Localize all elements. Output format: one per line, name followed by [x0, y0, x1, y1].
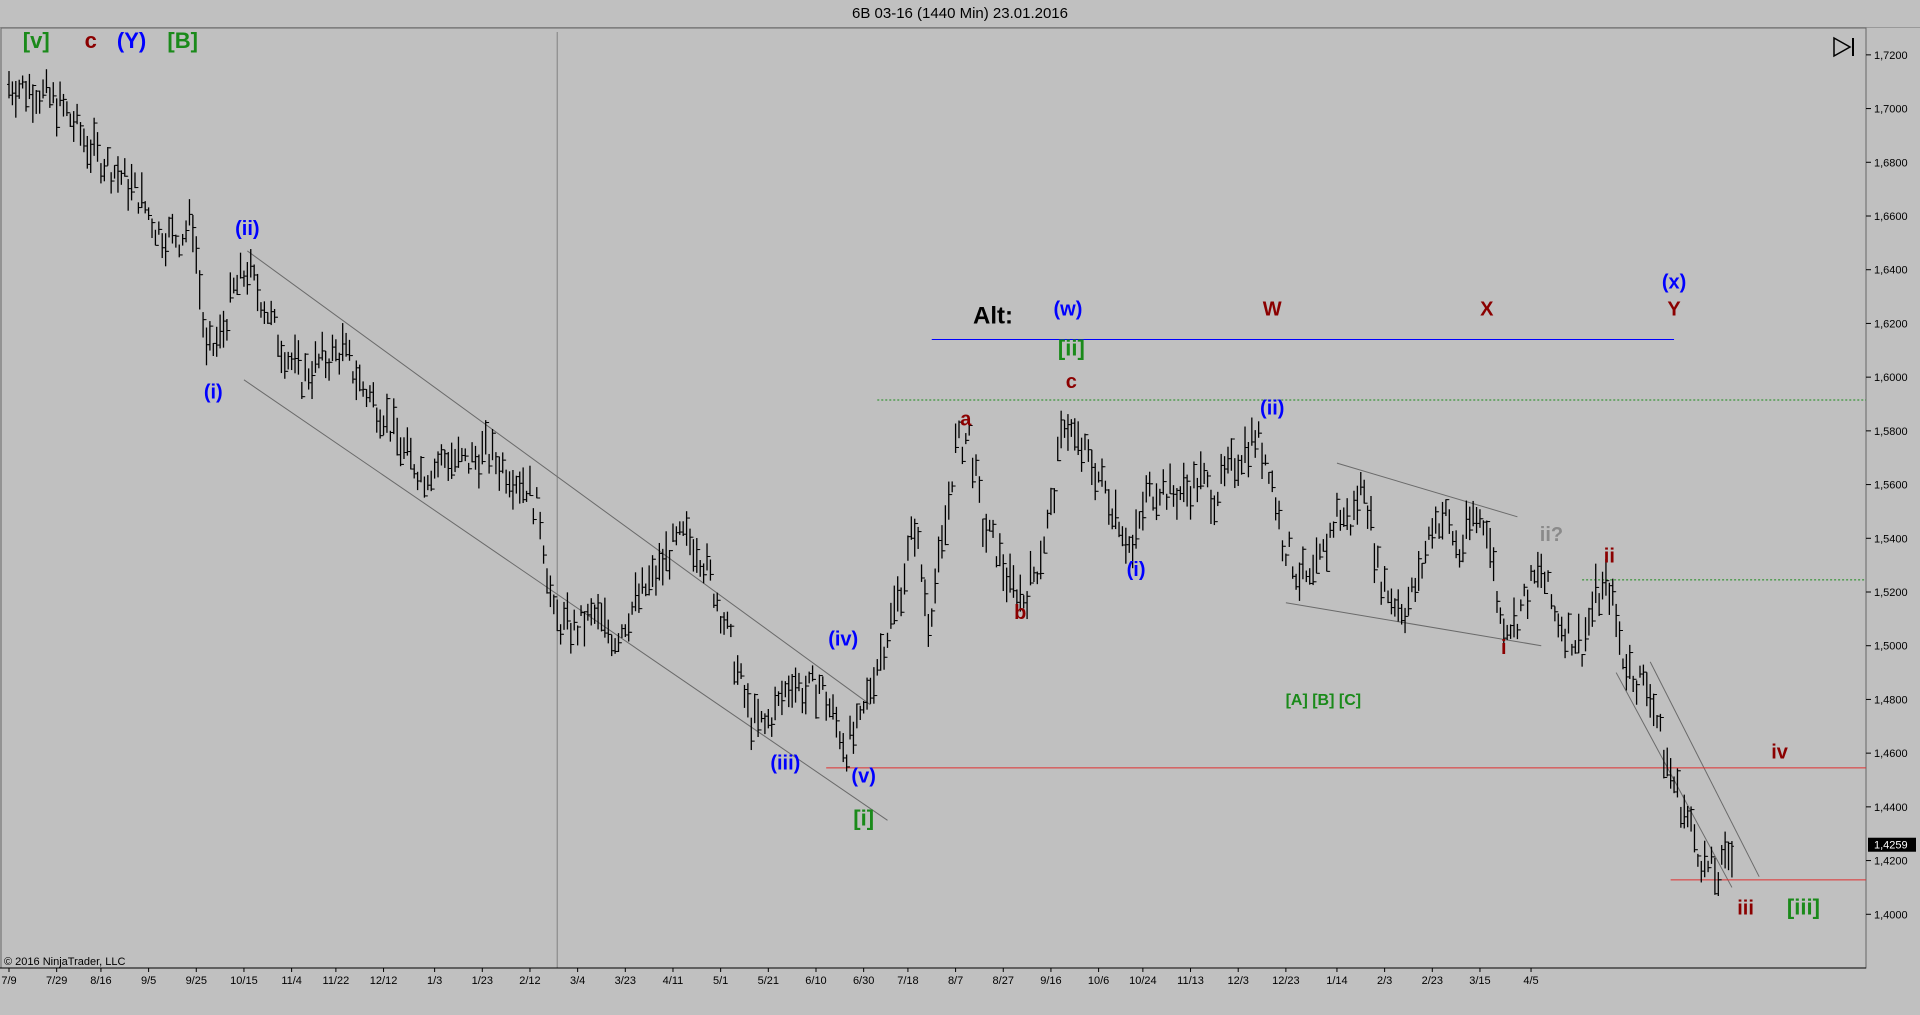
wave-label: [ii] — [1058, 336, 1085, 361]
y-tick-label: 1,4800 — [1874, 694, 1908, 706]
wave-label: (ii) — [1260, 398, 1284, 420]
wave-label: (i) — [204, 382, 223, 404]
chart-frame — [0, 27, 1867, 969]
wave-label: (w) — [1054, 298, 1083, 320]
wave-label: [v] — [23, 28, 50, 53]
wave-label: [i] — [853, 806, 874, 831]
y-tick-label: 1,5000 — [1874, 641, 1908, 653]
x-tick-label: 8/7 — [948, 975, 963, 987]
wave-label: (ii) — [235, 218, 259, 240]
x-tick-label: 12/12 — [370, 975, 398, 987]
x-tick-label: 5/21 — [758, 975, 779, 987]
y-tick-label: 1,7000 — [1874, 104, 1908, 116]
wave-label: Alt: — [973, 302, 1013, 329]
x-tick-label: 9/16 — [1040, 975, 1061, 987]
wave-label: a — [960, 408, 972, 430]
x-tick-label: 4/5 — [1523, 975, 1538, 987]
x-tick-label: 2/3 — [1377, 975, 1392, 987]
plot-border — [0, 27, 1867, 969]
wave-label: Y — [1667, 298, 1681, 320]
play-to-end-icon[interactable] — [1832, 36, 1858, 58]
y-tick-label: 1,5800 — [1874, 426, 1908, 438]
y-tick-label: 1,4400 — [1874, 802, 1908, 814]
x-tick-label: 7/9 — [1, 975, 16, 987]
y-tick-label: 1,5400 — [1874, 533, 1908, 545]
copyright-text: © 2016 NinjaTrader, LLC — [4, 956, 126, 968]
y-tick-label: 1,4600 — [1874, 748, 1908, 760]
wave-label: ii — [1604, 545, 1615, 567]
x-tick-label: 9/5 — [141, 975, 156, 987]
wave-label: [iii] — [1787, 894, 1820, 919]
x-tick-label: 12/3 — [1227, 975, 1248, 987]
x-tick-label: 11/4 — [281, 975, 302, 987]
x-axis[interactable]: 7/9 7/29 8/16 9/5 9/25 10/15 11/4 11/22 12/12 1/3… — [0, 967, 1866, 987]
x-tick-label: 12/23 — [1272, 975, 1300, 987]
y-tick-label: 1,4000 — [1874, 909, 1908, 921]
x-tick-label: 3/15 — [1469, 975, 1490, 987]
wave-label: ii? — [1540, 524, 1563, 546]
wave-label: W — [1263, 298, 1282, 320]
x-tick-label: 11/13 — [1177, 975, 1204, 987]
x-tick-label: 10/15 — [230, 975, 258, 987]
x-tick-label: 8/16 — [90, 975, 111, 987]
wave-label: c — [1066, 371, 1077, 393]
price-chart[interactable]: [v] c (Y) [B] (ii) (i) (iii) (iv) (v) [i] Alt: (w) [… — [0, 0, 1920, 1015]
wave-label: [B] — [167, 28, 198, 53]
x-tick-label: 7/29 — [46, 975, 67, 987]
y-tick-label: 1,6800 — [1874, 157, 1908, 169]
x-tick-label: 2/23 — [1422, 975, 1443, 987]
y-tick-label: 1,5600 — [1874, 480, 1908, 492]
x-tick-label: 6/30 — [853, 975, 874, 987]
x-tick-label: 4/11 — [663, 975, 684, 987]
x-tick-label: 3/23 — [615, 975, 636, 987]
x-tick-label: 6/10 — [805, 975, 826, 987]
x-tick-label: 7/18 — [897, 975, 918, 987]
y-tick-label: 1,7200 — [1874, 50, 1908, 62]
y-tick-label: 1,4200 — [1874, 856, 1908, 868]
y-tick-label: 1,5200 — [1874, 587, 1908, 599]
x-tick-label: 8/27 — [993, 975, 1014, 987]
wave-label: X — [1480, 298, 1494, 320]
y-tick-label: 1,6600 — [1874, 211, 1908, 223]
wave-label: b — [1014, 602, 1026, 624]
wave-label: i — [1501, 637, 1507, 659]
wave-label: iv — [1771, 742, 1789, 764]
drawing-objects — [243, 250, 1866, 888]
x-tick-label: 1/3 — [427, 975, 442, 987]
y-tick-label: 1,6000 — [1874, 372, 1908, 384]
wave-label: c — [85, 28, 97, 53]
y-tick-label: 1,6200 — [1874, 318, 1908, 330]
x-tick-label: 1/23 — [472, 975, 493, 987]
wave-label: (i) — [1127, 559, 1146, 581]
wave-label: iii — [1737, 897, 1754, 919]
wave-label: (v) — [851, 766, 875, 788]
wave-label: (iii) — [770, 752, 800, 774]
wave-label: (x) — [1662, 272, 1686, 294]
x-tick-label: 5/1 — [713, 975, 728, 987]
last-price-label: 1,4259 — [1874, 840, 1908, 852]
y-tick-label: 1,6400 — [1874, 265, 1908, 277]
x-tick-label: 1/14 — [1326, 975, 1347, 987]
x-tick-label: 10/6 — [1088, 975, 1109, 987]
wave-label: (Y) — [117, 28, 146, 53]
wave-label: [A] [B] [C] — [1286, 692, 1362, 709]
x-tick-label: 10/24 — [1129, 975, 1157, 987]
wave-labels: [v] c (Y) [B] (ii) (i) (iii) (iv) (v) [i] Alt: (w) [… — [23, 28, 1820, 919]
x-tick-label: 11/22 — [323, 975, 350, 987]
wave-label: (iv) — [828, 629, 858, 651]
x-tick-label: 3/4 — [570, 975, 585, 987]
x-tick-label: 9/25 — [186, 975, 207, 987]
y-axis[interactable]: 1,7200 1,7000 1,6800 1,6600 1,6400 1,6200 1,60… — [1866, 50, 1916, 921]
trend-channel-line — [247, 250, 871, 706]
x-tick-label: 2/12 — [519, 975, 540, 987]
